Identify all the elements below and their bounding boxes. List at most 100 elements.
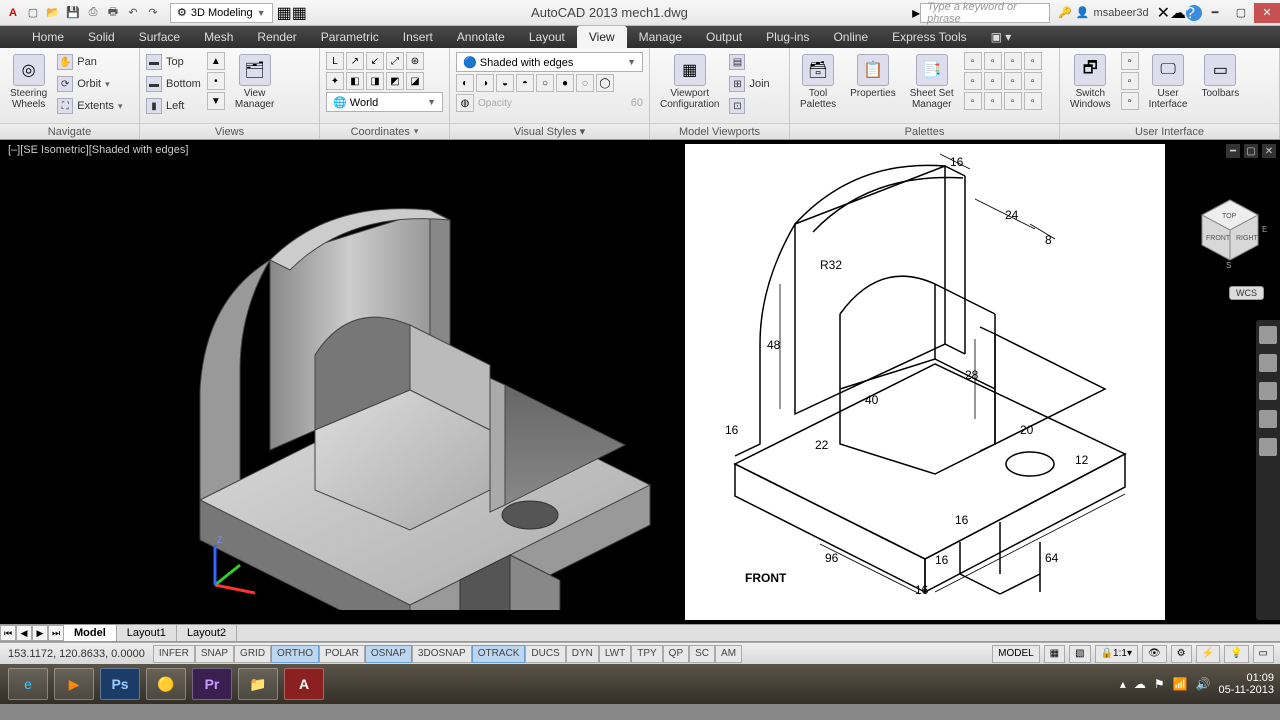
taskbar-clock[interactable]: 01:09 05-11-2013: [1219, 672, 1274, 696]
tab-annotate[interactable]: Annotate: [445, 26, 517, 48]
tray-network-icon[interactable]: 📶: [1173, 677, 1188, 691]
qat-extra-icon[interactable]: ▦: [277, 3, 292, 23]
photoshop-icon[interactable]: Ps: [100, 668, 140, 700]
ui-min-2[interactable]: ▫: [1121, 72, 1139, 90]
toggle-tpy[interactable]: TPY: [631, 645, 662, 663]
tab-render[interactable]: Render: [245, 26, 308, 48]
nav-orbit-icon[interactable]: [1259, 410, 1277, 428]
sheetset-button[interactable]: 📑Sheet Set Manager: [906, 52, 958, 112]
undo-icon[interactable]: ↶: [124, 4, 142, 22]
vp-close-icon[interactable]: ✕: [1262, 144, 1276, 158]
annotation-scale[interactable]: 🔒 1:1 ▾: [1095, 645, 1138, 663]
ui-min-1[interactable]: ▫: [1121, 52, 1139, 70]
premiere-icon[interactable]: Pr: [192, 668, 232, 700]
visual-style-dropdown[interactable]: 🔵 Shaded with edges▼: [456, 52, 643, 72]
cloud-icon[interactable]: ☁: [1170, 3, 1186, 23]
toggle-osnap[interactable]: OSNAP: [365, 645, 412, 663]
ucs-btn-7[interactable]: ◧: [346, 72, 364, 90]
view-cube[interactable]: TOP FRONT RIGHT S E: [1190, 190, 1270, 270]
media-player-icon[interactable]: ▶: [54, 668, 94, 700]
toggle-lwt[interactable]: LWT: [599, 645, 631, 663]
vs-btn-1[interactable]: ◐: [456, 74, 474, 92]
pal-7[interactable]: ▫: [1004, 72, 1022, 90]
qat-extra2-icon[interactable]: ▦: [292, 3, 307, 23]
tab-first-icon[interactable]: ⏮: [0, 625, 16, 641]
nav-pan-icon[interactable]: [1259, 354, 1277, 372]
clean-screen-icon[interactable]: ▭: [1253, 645, 1274, 663]
extents-button[interactable]: ⛶Extents▾: [57, 96, 122, 116]
user-menu[interactable]: 🔑 👤 msabeer3d: [1050, 6, 1156, 19]
toolbars-button[interactable]: ▭Toolbars: [1198, 52, 1244, 101]
layout-tab-model[interactable]: Model: [64, 625, 117, 641]
toggle-dyn[interactable]: DYN: [566, 645, 599, 663]
model-space-button[interactable]: MODEL: [992, 645, 1040, 663]
toggle-sc[interactable]: SC: [689, 645, 715, 663]
panel-title-coords[interactable]: Coordinates ▾: [320, 123, 449, 139]
toggle-3dosnap[interactable]: 3DOSNAP: [412, 645, 472, 663]
tab-prev-icon[interactable]: ◀: [16, 625, 32, 641]
maximize-button[interactable]: ▢: [1228, 3, 1254, 23]
pal-12[interactable]: ▫: [1024, 92, 1042, 110]
help-icon[interactable]: ?: [1186, 5, 1202, 21]
open-icon[interactable]: 📂: [44, 4, 62, 22]
vs-btn-2[interactable]: ◑: [476, 74, 494, 92]
view-left-button[interactable]: ▮Left: [146, 96, 201, 116]
toggle-snap[interactable]: SNAP: [195, 645, 234, 663]
tab-output[interactable]: Output: [694, 26, 754, 48]
status-quickview-icon[interactable]: ▧: [1069, 645, 1090, 663]
ucs-btn-4[interactable]: ⤢: [386, 52, 404, 70]
ucs-btn-5[interactable]: ⊛: [406, 52, 424, 70]
vp-max-icon[interactable]: ▢: [1244, 144, 1258, 158]
pal-4[interactable]: ▫: [1024, 52, 1042, 70]
tab-surface[interactable]: Surface: [127, 26, 192, 48]
ucs-btn-10[interactable]: ◪: [406, 72, 424, 90]
minimize-button[interactable]: ━: [1202, 3, 1228, 23]
plot-icon[interactable]: 🖶: [104, 4, 122, 22]
tab-last-icon[interactable]: ⏭: [48, 625, 64, 641]
tab-parametric[interactable]: Parametric: [309, 26, 391, 48]
tab-express-tools[interactable]: Express Tools: [880, 26, 978, 48]
pal-3[interactable]: ▫: [1004, 52, 1022, 70]
pal-5[interactable]: ▫: [964, 72, 982, 90]
steering-wheels-button[interactable]: ◎ Steering Wheels: [6, 52, 51, 112]
layout-tab-layout1[interactable]: Layout1: [117, 625, 177, 641]
ie-icon[interactable]: e: [8, 668, 48, 700]
pal-6[interactable]: ▫: [984, 72, 1002, 90]
tray-cloud-icon[interactable]: ☁: [1134, 677, 1146, 691]
nav-showmotion-icon[interactable]: [1259, 438, 1277, 456]
vs-btn-6[interactable]: ●: [556, 74, 574, 92]
search-input[interactable]: Type a keyword or phrase: [920, 3, 1050, 23]
vp-min-icon[interactable]: ━: [1226, 144, 1240, 158]
ucs-world-dropdown[interactable]: 🌐 World▼: [326, 92, 443, 112]
app-menu-icon[interactable]: A: [4, 4, 22, 22]
properties-button[interactable]: 📋Properties: [846, 52, 900, 101]
workspace-switch-icon[interactable]: ⚙: [1171, 645, 1192, 663]
tab-online[interactable]: Online: [821, 26, 880, 48]
tab-layout[interactable]: Layout: [517, 26, 577, 48]
tray-volume-icon[interactable]: 🔊: [1196, 677, 1211, 691]
tab-plug-ins[interactable]: Plug-ins: [754, 26, 821, 48]
vs-btn-3[interactable]: ◒: [496, 74, 514, 92]
view-bottom-button[interactable]: ▬Bottom: [146, 74, 201, 94]
vs-btn-7[interactable]: ◌: [576, 74, 594, 92]
nav-wheel-icon[interactable]: [1259, 326, 1277, 344]
orbit-button[interactable]: ⟳Orbit▾: [57, 74, 122, 94]
tab-manage[interactable]: Manage: [627, 26, 694, 48]
toggle-am[interactable]: AM: [715, 645, 742, 663]
ucs-btn-6[interactable]: ✦: [326, 72, 344, 90]
pal-2[interactable]: ▫: [984, 52, 1002, 70]
view-scroll-mid[interactable]: •: [207, 72, 225, 90]
viewport-restore-button[interactable]: ⊡: [729, 96, 769, 116]
tray-up-icon[interactable]: ▴: [1120, 677, 1126, 691]
chrome-icon[interactable]: 🟡: [146, 668, 186, 700]
tab-next-icon[interactable]: ▶: [32, 625, 48, 641]
anno-visibility-icon[interactable]: 👁: [1142, 645, 1167, 663]
view-manager-button[interactable]: 🗂 View Manager: [231, 52, 278, 112]
view-scroll-up[interactable]: ▲: [207, 52, 225, 70]
toggle-grid[interactable]: GRID: [234, 645, 271, 663]
tray-flag-icon[interactable]: ⚑: [1154, 677, 1165, 691]
ucs-btn-9[interactable]: ◩: [386, 72, 404, 90]
toggle-ortho[interactable]: ORTHO: [271, 645, 319, 663]
drawing-viewport[interactable]: [–][SE Isometric][Shaded with edges] ━ ▢…: [0, 140, 1280, 624]
pal-11[interactable]: ▫: [1004, 92, 1022, 110]
